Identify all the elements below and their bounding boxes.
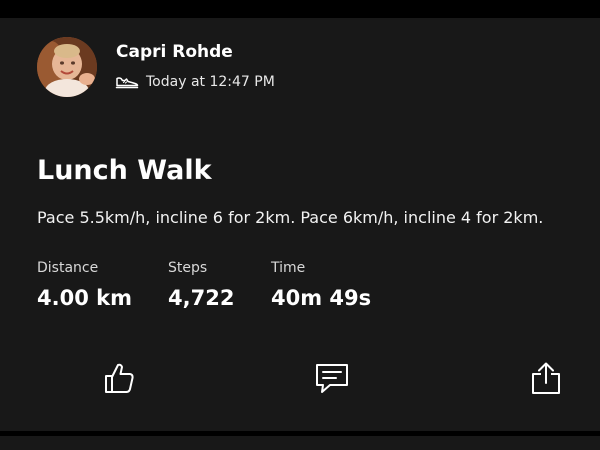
feed-separator-top: [0, 0, 600, 18]
stat-label: Steps: [168, 260, 208, 276]
share-button[interactable]: [526, 358, 566, 398]
activity-meta: Today at 12:47 PM: [115, 71, 275, 93]
avatar[interactable]: [37, 37, 97, 97]
activity-timestamp: Today at 12:47 PM: [146, 74, 275, 90]
thumbs-up-icon: [105, 363, 134, 393]
stat-distance: Distance 4.00 km: [37, 258, 132, 312]
comment-button[interactable]: [312, 358, 352, 398]
stat-value: 4,722: [168, 286, 235, 310]
athlete-name[interactable]: Capri Rohde: [116, 41, 233, 63]
activity-title[interactable]: Lunch Walk: [37, 153, 212, 189]
activity-description: Pace 5.5km/h, incline 6 for 2km. Pace 6k…: [37, 208, 544, 227]
walking-shoe-icon: [115, 77, 139, 89]
next-activity-card: [0, 436, 600, 450]
share-icon: [532, 362, 560, 394]
comment-icon: [316, 364, 348, 393]
stat-label: Time: [271, 260, 306, 276]
stat-steps: Steps 4,722: [168, 258, 234, 312]
kudos-button[interactable]: [99, 358, 139, 398]
stat-label: Distance: [37, 260, 99, 276]
stat-value: 40m 49s: [271, 286, 372, 310]
stat-time: Time 40m 49s: [271, 258, 371, 312]
stat-value: 4.00 km: [37, 286, 132, 310]
